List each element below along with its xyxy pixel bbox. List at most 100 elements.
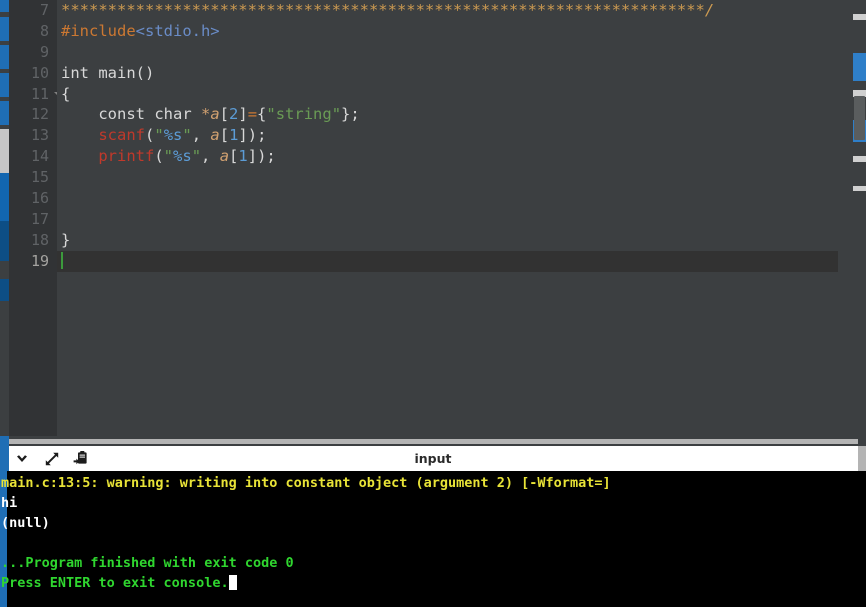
line-number[interactable]: 13 — [9, 125, 57, 146]
console-line-text: (null) — [1, 515, 50, 531]
console-line-text: Press ENTER to exit console. — [1, 575, 229, 591]
line-number[interactable]: 9 — [9, 42, 57, 63]
paste-to-console-button[interactable] — [70, 448, 92, 469]
editor-scrollbar-thumb[interactable] — [854, 96, 865, 140]
line-number[interactable]: 14 — [9, 146, 57, 167]
console-right-edge — [858, 471, 866, 607]
code-editor-pane: 7 8 9 10 11 12 13 14 15 16 17 18 19 ****************… — [0, 0, 866, 436]
scrollbar-marker[interactable] — [853, 14, 866, 20]
code-token: ( — [145, 126, 155, 145]
editor-change-marker[interactable] — [0, 73, 9, 97]
editor-change-marker[interactable] — [0, 45, 9, 69]
expand-arrows-icon — [45, 452, 59, 465]
code-token: { — [257, 105, 267, 124]
editor-code-area[interactable]: ****************************************… — [57, 0, 838, 436]
console-output-line: Press ENTER to exit console. — [0, 573, 858, 593]
scrollbar-marker[interactable] — [853, 156, 866, 162]
console-output-line — [0, 533, 858, 553]
code-token: " — [163, 147, 174, 166]
code-token: ]); — [247, 147, 276, 166]
line-number[interactable]: 17 — [9, 209, 57, 230]
scrollbar-marker[interactable] — [853, 186, 866, 191]
code-token: " — [191, 147, 202, 166]
code-token: const char — [61, 105, 201, 124]
editor-left-marker-strip[interactable] — [0, 0, 9, 436]
code-token: [ — [229, 147, 239, 166]
code-token: }; — [341, 105, 360, 124]
code-token: a — [219, 147, 230, 166]
code-line[interactable] — [57, 42, 838, 63]
text-caret — [61, 251, 63, 269]
code-line[interactable]: const char *a[2]={"string"}; — [57, 104, 838, 125]
code-line[interactable]: } — [57, 230, 838, 251]
editor-console-splitter[interactable] — [0, 436, 866, 446]
editor-change-marker[interactable] — [0, 261, 9, 279]
line-number[interactable]: 10 — [9, 63, 57, 84]
code-token: [ — [219, 126, 230, 145]
code-line[interactable] — [57, 188, 838, 209]
console-toolbar: input — [0, 446, 866, 471]
line-number[interactable]: 8 — [9, 21, 57, 42]
editor-line-number-gutter[interactable]: 7 8 9 10 11 12 13 14 15 16 17 18 19 — [9, 0, 62, 436]
code-token: ]); — [238, 126, 267, 145]
console-pane: input main.c:13:5: warning: writing into… — [0, 446, 866, 607]
console-output-body[interactable]: main.c:13:5: warning: writing into const… — [0, 471, 866, 607]
code-line[interactable]: { — [57, 84, 838, 105]
code-token: a — [210, 126, 220, 145]
console-title: input — [414, 451, 452, 466]
code-token: ] — [238, 105, 248, 124]
code-line[interactable] — [57, 209, 838, 230]
chevron-down-icon — [17, 454, 27, 462]
line-number[interactable]: 7 — [9, 0, 57, 21]
line-number[interactable]: 15 — [9, 167, 57, 188]
editor-change-marker[interactable] — [0, 0, 9, 12]
code-token: , — [191, 126, 211, 145]
code-token: " — [154, 126, 164, 145]
code-line[interactable]: #include<stdio.h> — [57, 21, 838, 42]
console-output-line: (null) — [0, 513, 858, 533]
code-line[interactable] — [57, 167, 838, 188]
code-line[interactable] — [57, 250, 838, 272]
code-line[interactable]: ****************************************… — [57, 0, 838, 21]
editor-change-marker[interactable] — [0, 17, 9, 41]
code-token: %s — [163, 126, 183, 145]
code-token: { — [61, 84, 71, 103]
code-token: , — [201, 147, 220, 166]
editor-change-marker[interactable] — [0, 173, 9, 221]
console-line-text — [1, 535, 9, 551]
line-number[interactable]: 16 — [9, 188, 57, 209]
editor-change-marker[interactable] — [0, 279, 9, 301]
code-line[interactable]: scanf("%s", a[1]); — [57, 125, 838, 146]
console-output-line: ...Program finished with exit code 0 — [0, 553, 858, 573]
online-c-compiler-window: 7 8 9 10 11 12 13 14 15 16 17 18 19 ****************… — [0, 0, 866, 607]
line-number[interactable]: 18 — [9, 230, 57, 251]
code-token: [ — [219, 105, 229, 124]
code-token: scanf — [98, 126, 145, 145]
editor-change-marker[interactable] — [0, 221, 9, 261]
line-number[interactable]: 11 — [9, 84, 62, 105]
console-line-text: ...Program finished with exit code 0 — [1, 555, 294, 571]
splitter-left-accent — [0, 436, 9, 446]
code-token: 1 — [238, 147, 248, 166]
console-output-text[interactable]: main.c:13:5: warning: writing into const… — [0, 471, 858, 607]
console-toolbar-left-accent — [0, 446, 9, 471]
editor-change-marker[interactable] — [0, 101, 9, 125]
editor-vertical-scrollbar[interactable] — [838, 0, 866, 436]
expand-console-button[interactable] — [41, 448, 63, 469]
code-token: *a — [200, 105, 220, 124]
code-token: " — [182, 126, 192, 145]
line-number[interactable]: 12 — [9, 104, 57, 125]
editor-change-marker[interactable] — [0, 129, 9, 173]
code-line[interactable]: int main() — [57, 63, 838, 84]
code-token: } — [61, 230, 71, 249]
splitter-grip[interactable] — [9, 439, 858, 444]
clipboard-paste-icon — [73, 451, 87, 465]
line-number[interactable]: 19 — [9, 251, 57, 272]
scrollbar-marker[interactable] — [853, 53, 866, 81]
collapse-console-button[interactable] — [11, 448, 33, 469]
console-output-line: hi — [0, 493, 858, 513]
code-token: printf — [98, 147, 155, 166]
code-line[interactable]: printf("%s", a[1]); — [57, 146, 838, 167]
